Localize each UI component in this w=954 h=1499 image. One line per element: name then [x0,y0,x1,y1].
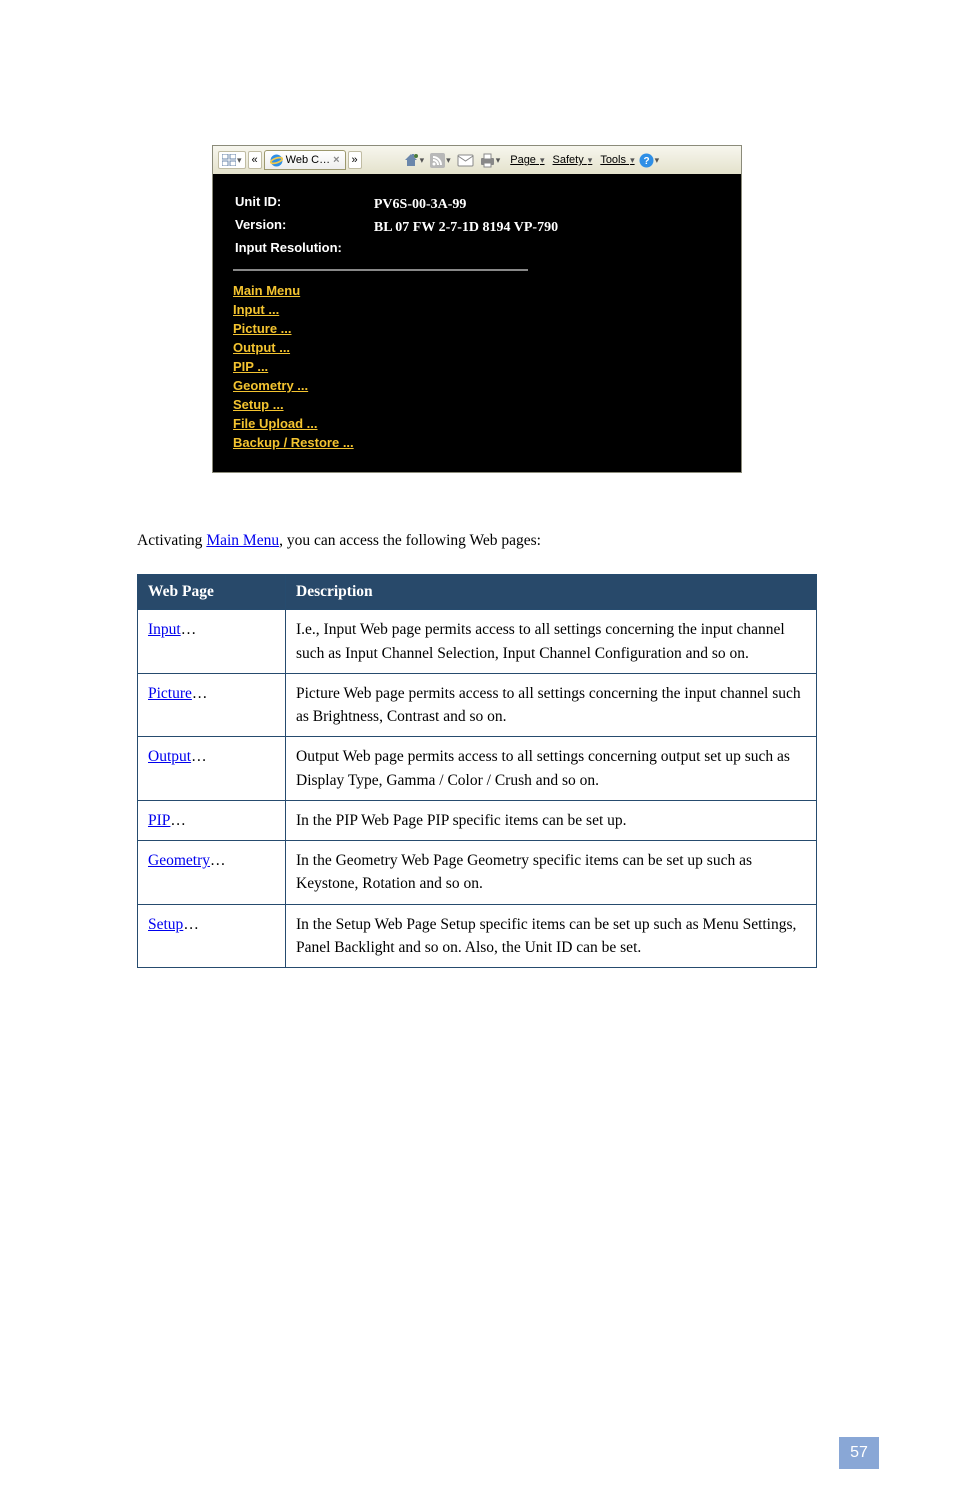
help-button[interactable]: ? ▾ [639,153,660,168]
row-desc: I.e., Input Web page permits access to a… [286,610,817,674]
row-link[interactable]: Input [148,621,181,638]
intro-paragraph: Activating Main Menu, you can access the… [137,529,817,552]
unit-id-value: PV6S-00-3A-99 [374,194,558,215]
nav-file-upload[interactable]: File Upload ... [233,414,318,433]
tab-title: Web C… [286,154,330,166]
print-button[interactable]: ▾ [480,153,501,168]
nav-pip[interactable]: PIP ... [233,357,268,376]
row-desc: In the Geometry Web Page Geometry specif… [286,841,817,905]
row-link[interactable]: PIP [148,812,170,829]
page-number: 57 [839,1437,879,1469]
input-res-label: Input Resolution: [235,240,372,261]
nav-output[interactable]: Output ... [233,338,290,357]
table-row: PIP… In the PIP Web Page PIP specific it… [138,800,817,840]
nav-setup[interactable]: Setup ... [233,395,284,414]
tab-back-button[interactable]: « [248,151,262,169]
nav-picture[interactable]: Picture ... [233,319,292,338]
browser-window: ▾ « Web C… × » ▾ ▾ [212,145,742,473]
ie-toolbar: ▾ « Web C… × » ▾ ▾ [213,146,741,174]
input-res-value [374,240,558,261]
row-desc: Picture Web page permits access to all s… [286,673,817,737]
dropdown-icon: ▾ [496,155,501,166]
dropdown-icon: ▾ [237,155,242,166]
th-webpage: Web Page [138,575,286,610]
menu-tools[interactable]: Tools ▾ [600,154,634,166]
svg-text:?: ? [643,156,649,167]
nav-input[interactable]: Input ... [233,300,279,319]
dropdown-icon: ▾ [446,155,451,166]
table-row: Geometry… In the Geometry Web Page Geome… [138,841,817,905]
table-row: Input… I.e., Input Web page permits acce… [138,610,817,674]
th-description: Description [286,575,817,610]
dropdown-icon: ▾ [420,155,425,166]
tabs-menu-button[interactable]: ▾ [218,151,246,169]
menu-page[interactable]: Page ▾ [510,154,544,166]
row-link[interactable]: Geometry [148,852,210,869]
table-row: Picture… Picture Web page permits access… [138,673,817,737]
unit-id-label: Unit ID: [235,194,372,215]
home-button[interactable]: ▾ [403,152,425,168]
version-label: Version: [235,217,372,238]
webpage-descriptions-table: Web Page Description Input… I.e., Input … [137,574,817,968]
divider [233,269,528,271]
header-info: Unit ID: PV6S-00-3A-99 Version: BL 07 FW… [233,192,560,263]
tab-forward-button[interactable]: » [348,151,362,169]
row-desc: In the PIP Web Page PIP specific items c… [286,800,817,840]
menu-safety[interactable]: Safety ▾ [553,154,593,166]
feed-button[interactable]: ▾ [430,153,451,168]
mail-button[interactable] [457,154,474,167]
ie-icon [270,154,283,167]
table-row: Setup… In the Setup Web Page Setup speci… [138,904,817,968]
nav-backup-restore[interactable]: Backup / Restore ... [233,433,354,452]
web-page-content: Unit ID: PV6S-00-3A-99 Version: BL 07 FW… [213,174,741,472]
nav-main-menu[interactable]: Main Menu [233,281,300,300]
row-desc: Output Web page permits access to all se… [286,737,817,801]
row-link[interactable]: Setup [148,916,183,933]
nav-geometry[interactable]: Geometry ... [233,376,308,395]
browser-tab[interactable]: Web C… × [264,150,346,170]
row-desc: In the Setup Web Page Setup specific ite… [286,904,817,968]
version-value: BL 07 FW 2-7-1D 8194 VP-790 [374,217,558,238]
row-link[interactable]: Picture [148,685,192,702]
tab-close-icon[interactable]: × [333,154,339,166]
nav-links: Main Menu Input ... Picture ... Output .… [233,281,721,452]
link-main-menu[interactable]: Main Menu [206,532,279,549]
dropdown-icon: ▾ [655,155,660,166]
table-row: Output… Output Web page permits access t… [138,737,817,801]
row-link[interactable]: Output [148,748,191,765]
